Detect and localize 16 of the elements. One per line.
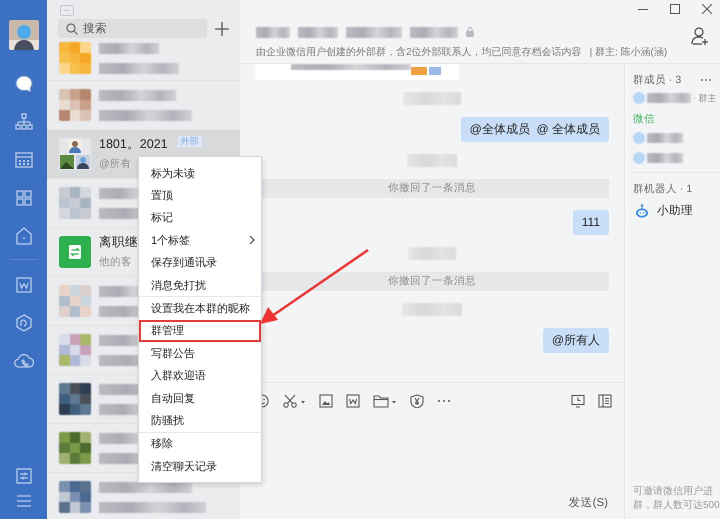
invite-hint: 可邀请微信用户进群，群人数可达500 <box>633 485 720 513</box>
group-description: 由企业微信用户创建的外部群，含2位外部联系人，均已同意存档会话内容 <box>256 46 582 59</box>
contact-name: 1801。2021 <box>99 136 168 152</box>
group-owner: | 群主: 陈小涵(涵) <box>590 46 668 59</box>
contact-name: 离职继 <box>99 234 138 250</box>
owner-tag: · 群主 <box>693 92 716 104</box>
message-bubble: @全体成员 @ 全体成员 <box>460 117 609 142</box>
robot-name: 小助理 <box>657 204 693 218</box>
section-title: 群成员 · 3 <box>633 73 682 87</box>
message-preview: 他的客 <box>99 255 132 269</box>
message-bubble: @所有人 <box>542 328 609 353</box>
message-preview: @所有 <box>99 157 132 171</box>
section-label: 微信 <box>633 112 656 127</box>
section-title: 群机器人 · 1 <box>633 182 692 196</box>
message-bubble: 111 <box>572 210 609 235</box>
external-tag: 外部 <box>178 136 202 147</box>
